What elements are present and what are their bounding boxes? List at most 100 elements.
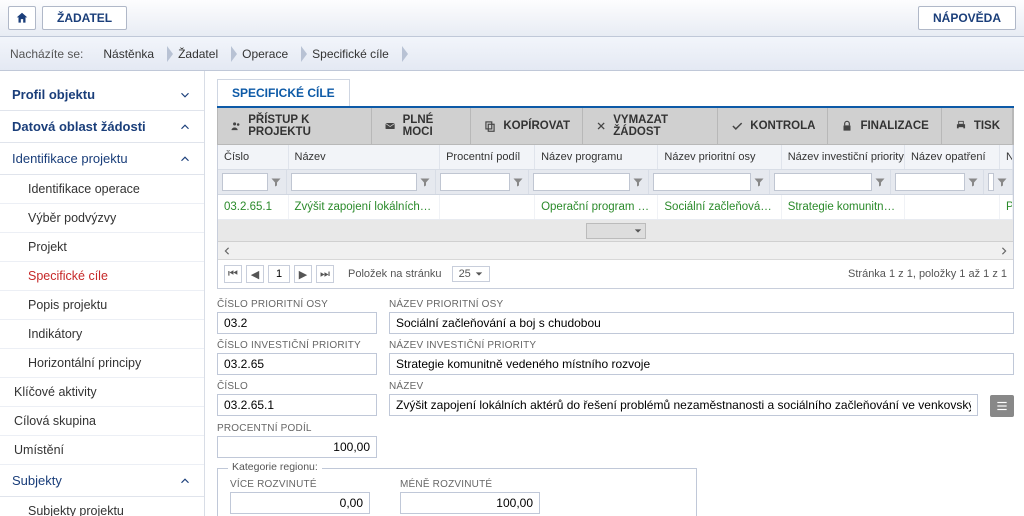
col-osa[interactable]: Název prioritní osy bbox=[658, 145, 781, 169]
cell-podil bbox=[440, 195, 535, 219]
funnel-icon[interactable] bbox=[632, 176, 644, 188]
input-nazev-osy[interactable] bbox=[389, 312, 1014, 334]
sidebar-subjekty[interactable]: Subjekty bbox=[0, 465, 204, 497]
col-inv[interactable]: Název investiční priority bbox=[782, 145, 905, 169]
caret-down-icon bbox=[475, 270, 483, 278]
tool-label: KOPÍROVAT bbox=[503, 120, 570, 132]
table-row[interactable]: 03.2.65.1 Zvýšit zapojení lokálních akt.… bbox=[218, 195, 1013, 220]
breadcrumb-specificke-cile[interactable]: Specifické cíle bbox=[302, 43, 403, 65]
input-cislo-osy[interactable] bbox=[217, 312, 377, 334]
pager-first[interactable]: ⏮ bbox=[224, 265, 242, 283]
col-opat[interactable]: Název opatření bbox=[905, 145, 1000, 169]
check-icon bbox=[730, 119, 744, 133]
sidebar-item-identifikace-operace[interactable]: Identifikace operace bbox=[0, 175, 204, 204]
input-cislo-inv[interactable] bbox=[217, 353, 377, 375]
sidebar-item-horizontalni-principy[interactable]: Horizontální principy bbox=[0, 349, 204, 378]
tab-specificke-cile[interactable]: SPECIFICKÉ CÍLE bbox=[217, 79, 350, 106]
tool-finalizace[interactable]: FINALIZACE bbox=[828, 108, 941, 144]
breadcrumb-operace[interactable]: Operace bbox=[232, 43, 302, 65]
cell-program: Operační program Zam... bbox=[535, 195, 658, 219]
tool-kopirovat[interactable]: KOPÍROVAT bbox=[471, 108, 583, 144]
sidebar-label: Datová oblast žádosti bbox=[12, 119, 146, 134]
input-vice-rozvinute[interactable] bbox=[230, 492, 370, 514]
breadcrumb-nastenka[interactable]: Nástěnka bbox=[93, 43, 168, 65]
sidebar: Profil objektu Datová oblast žádosti Ide… bbox=[0, 71, 205, 516]
legend-kategorie: Kategorie regionu: bbox=[228, 461, 322, 473]
funnel-icon[interactable] bbox=[967, 176, 979, 188]
label-vice-rozvinute: VÍCE ROZVINUTÉ bbox=[230, 479, 370, 490]
tool-pristup[interactable]: PŘÍSTUP K PROJEKTU bbox=[218, 108, 372, 144]
chevron-up-icon bbox=[178, 474, 192, 488]
filter-osa[interactable] bbox=[653, 173, 751, 191]
scroll-left[interactable] bbox=[218, 243, 236, 259]
input-procentni-podil[interactable] bbox=[217, 436, 377, 458]
list-icon bbox=[995, 399, 1009, 413]
col-tema[interactable]: Název tematického bbox=[1000, 145, 1013, 169]
chevron-right-icon bbox=[1000, 246, 1008, 256]
col-nazev[interactable]: Název bbox=[289, 145, 441, 169]
tool-kontrola[interactable]: KONTROLA bbox=[718, 108, 828, 144]
chevron-left-icon bbox=[223, 246, 231, 256]
filter-program[interactable] bbox=[533, 173, 631, 191]
funnel-icon[interactable] bbox=[270, 176, 282, 188]
pager-info: Stránka 1 z 1, položky 1 až 1 z 1 bbox=[848, 268, 1007, 280]
expand-button[interactable] bbox=[990, 395, 1014, 417]
filter-opat[interactable] bbox=[895, 173, 965, 191]
col-podil[interactable]: Procentní podíl bbox=[440, 145, 535, 169]
tool-label: PŘÍSTUP K PROJEKTU bbox=[248, 114, 359, 138]
filter-cislo[interactable] bbox=[222, 173, 268, 191]
tool-label: KONTROLA bbox=[750, 120, 815, 132]
col-cislo[interactable]: Číslo bbox=[218, 145, 289, 169]
pager-size-select[interactable]: 25 bbox=[452, 266, 490, 282]
filter-inv[interactable] bbox=[774, 173, 872, 191]
pager-next[interactable]: ▶ bbox=[294, 265, 312, 283]
pager-size-label: Položek na stránku bbox=[348, 268, 442, 280]
home-button[interactable] bbox=[8, 6, 36, 30]
pager-last[interactable]: ⏭ bbox=[316, 265, 334, 283]
tool-label: PLNÉ MOCI bbox=[403, 114, 459, 138]
sidebar-item-popis-projektu[interactable]: Popis projektu bbox=[0, 291, 204, 320]
input-nazev[interactable] bbox=[389, 394, 978, 416]
funnel-icon[interactable] bbox=[419, 176, 431, 188]
breadcrumb-zadatel[interactable]: Žadatel bbox=[168, 43, 232, 65]
sidebar-item-subjekty-projektu[interactable]: Subjekty projektu bbox=[0, 497, 204, 516]
tool-tisk[interactable]: TISK bbox=[942, 108, 1013, 144]
funnel-icon[interactable] bbox=[996, 176, 1008, 188]
col-program[interactable]: Název programu bbox=[535, 145, 658, 169]
horizontal-scrollbar[interactable] bbox=[218, 242, 1013, 260]
grid-dropdown[interactable] bbox=[586, 223, 646, 239]
zadatel-button[interactable]: ŽADATEL bbox=[42, 6, 127, 30]
label-cislo-inv: ČÍSLO INVESTIČNÍ PRIORITY bbox=[217, 340, 377, 351]
input-mene-rozvinute[interactable] bbox=[400, 492, 540, 514]
sidebar-item-umisteni[interactable]: Umístění bbox=[0, 436, 204, 465]
sidebar-identifikace-projektu[interactable]: Identifikace projektu bbox=[0, 143, 204, 175]
filter-nazev[interactable] bbox=[291, 173, 416, 191]
copy-icon bbox=[483, 119, 497, 133]
data-grid: Číslo Název Procentní podíl Název progra… bbox=[217, 145, 1014, 289]
sidebar-item-specificke-cile[interactable]: Specifické cíle bbox=[0, 262, 204, 291]
napoveda-button[interactable]: NÁPOVĚDA bbox=[918, 6, 1016, 30]
pager-page-input[interactable] bbox=[268, 265, 290, 283]
scroll-right[interactable] bbox=[995, 243, 1013, 259]
sidebar-item-vyber-podvyzvy[interactable]: Výběr podvýzvy bbox=[0, 204, 204, 233]
input-cislo[interactable] bbox=[217, 394, 377, 416]
tool-plne-moci[interactable]: PLNÉ MOCI bbox=[372, 108, 471, 144]
lock-icon bbox=[840, 119, 854, 133]
sidebar-item-indikatory[interactable]: Indikátory bbox=[0, 320, 204, 349]
sidebar-datova-oblast[interactable]: Datová oblast žádosti bbox=[0, 111, 204, 143]
funnel-icon[interactable] bbox=[753, 176, 765, 188]
pager-prev[interactable]: ◀ bbox=[246, 265, 264, 283]
sidebar-item-projekt[interactable]: Projekt bbox=[0, 233, 204, 262]
funnel-icon[interactable] bbox=[512, 176, 524, 188]
input-nazev-inv[interactable] bbox=[389, 353, 1014, 375]
sidebar-item-klicove-aktivity[interactable]: Klíčové aktivity bbox=[0, 378, 204, 407]
tool-vymazat[interactable]: VYMAZAT ŽÁDOST bbox=[583, 108, 718, 144]
sidebar-profil-objektu[interactable]: Profil objektu bbox=[0, 79, 204, 111]
filter-tema[interactable] bbox=[988, 173, 994, 191]
cell-cislo: 03.2.65.1 bbox=[218, 195, 289, 219]
cell-osa: Sociální začleňování a... bbox=[658, 195, 781, 219]
breadcrumb: Nacházíte se: Nástěnka Žadatel Operace S… bbox=[0, 37, 1024, 71]
sidebar-item-cilova-skupina[interactable]: Cílová skupina bbox=[0, 407, 204, 436]
filter-podil[interactable] bbox=[440, 173, 510, 191]
funnel-icon[interactable] bbox=[874, 176, 886, 188]
